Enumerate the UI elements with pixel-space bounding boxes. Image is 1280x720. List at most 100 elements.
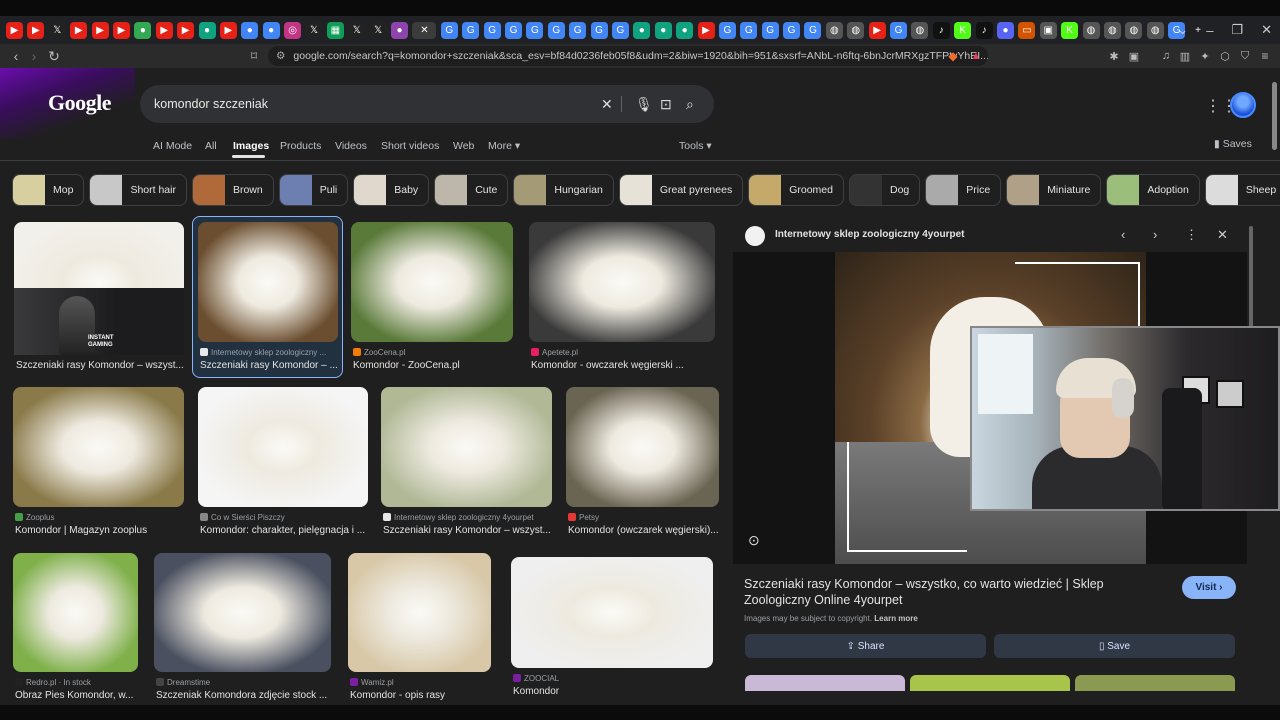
google-icon[interactable]: G bbox=[462, 21, 480, 39]
google-icon[interactable]: G bbox=[483, 21, 501, 39]
result-title[interactable]: Szczeniak Komondora zdjęcie stock ... bbox=[156, 690, 331, 701]
chat-icon[interactable]: ● bbox=[654, 21, 672, 39]
clear-search-icon[interactable]: ✕ bbox=[601, 96, 613, 113]
result-title[interactable]: Szczeniaki rasy Komondor – ... bbox=[200, 360, 338, 371]
chip-groomed[interactable]: Groomed bbox=[748, 174, 844, 206]
chip-short-hair[interactable]: Short hair bbox=[89, 174, 187, 206]
globe-icon[interactable]: ◍ bbox=[911, 21, 929, 39]
lens-search-icon[interactable]: ⊡ bbox=[660, 96, 672, 113]
tiktok-icon[interactable]: ♪ bbox=[932, 21, 950, 39]
chip-adoption[interactable]: Adoption bbox=[1106, 174, 1200, 206]
youtube-icon[interactable]: ▶ bbox=[177, 21, 195, 39]
youtube-icon[interactable]: ▶ bbox=[6, 21, 23, 39]
tab-images[interactable]: Images bbox=[233, 140, 269, 152]
site-settings-icon[interactable]: ⚙ bbox=[276, 50, 285, 62]
result-source[interactable]: ZOOCIAL bbox=[513, 674, 713, 683]
menu-icon[interactable]: ≡ bbox=[1257, 48, 1273, 64]
minimize-icon[interactable]: – bbox=[1206, 23, 1213, 38]
close-panel-icon[interactable]: ✕ bbox=[1217, 227, 1228, 243]
globe-icon[interactable]: ◍ bbox=[1125, 21, 1143, 39]
result-source[interactable]: ZooCena.pl bbox=[353, 348, 513, 357]
result-image[interactable] bbox=[198, 387, 368, 507]
tab-products[interactable]: Products bbox=[280, 140, 321, 152]
result-source[interactable]: Wamiz.pl bbox=[350, 678, 491, 687]
youtube-icon[interactable]: ▶ bbox=[70, 21, 88, 39]
globe-icon[interactable]: ◍ bbox=[1146, 21, 1164, 39]
brave-rewards-icon[interactable]: ▲ bbox=[968, 48, 984, 64]
tab-web[interactable]: Web bbox=[453, 140, 474, 152]
google-icon[interactable]: G bbox=[783, 21, 801, 39]
globe-icon[interactable]: ◍ bbox=[1103, 21, 1121, 39]
x-icon[interactable]: 𝕏 bbox=[48, 21, 66, 39]
sidebar-icon[interactable]: ▥ bbox=[1177, 48, 1193, 64]
result-title[interactable]: Komondor - ZooCena.pl bbox=[353, 360, 513, 371]
result-image[interactable] bbox=[381, 387, 552, 507]
result-source[interactable]: Internetowy sklep zoologiczny ... bbox=[200, 348, 338, 357]
youtube-icon[interactable]: ▶ bbox=[697, 21, 715, 39]
result-title[interactable]: Obraz Pies Komondor, w... bbox=[15, 690, 138, 701]
maps-icon[interactable]: ● bbox=[134, 21, 152, 39]
extensions-icon[interactable]: ✱ bbox=[1106, 48, 1122, 64]
chat-icon[interactable]: ● bbox=[198, 21, 216, 39]
next-result-icon[interactable]: › bbox=[1153, 227, 1157, 242]
chip-miniature[interactable]: Miniature bbox=[1006, 174, 1102, 206]
chip-cute[interactable]: Cute bbox=[434, 174, 509, 206]
chrome-icon[interactable]: ● bbox=[262, 21, 280, 39]
bookmark-icon[interactable]: ⌑ bbox=[246, 48, 262, 64]
share-button[interactable]: ⇪ Share bbox=[745, 634, 986, 658]
reload-icon[interactable]: ↻ bbox=[46, 48, 62, 64]
result-title[interactable]: Komondor bbox=[513, 686, 713, 697]
result-title[interactable]: Komondor (owczarek węgierski)... bbox=[568, 525, 719, 536]
google-icon[interactable]: G bbox=[804, 21, 822, 39]
forward-arrow-icon[interactable]: › bbox=[26, 48, 42, 64]
youtube-icon[interactable]: ▶ bbox=[155, 21, 173, 39]
tab-search-icon[interactable]: ⌄ bbox=[1177, 22, 1188, 38]
tab-short-videos[interactable]: Short videos bbox=[381, 140, 439, 152]
result-image[interactable] bbox=[13, 387, 184, 507]
chip-price[interactable]: Price bbox=[925, 174, 1002, 206]
sheets-icon[interactable]: ▦ bbox=[326, 21, 344, 39]
related-thumb[interactable] bbox=[745, 675, 905, 691]
related-thumb[interactable] bbox=[910, 675, 1070, 691]
result-image[interactable] bbox=[154, 553, 331, 672]
app-icon[interactable]: ▭ bbox=[1018, 21, 1036, 39]
x-icon[interactable]: 𝕏 bbox=[369, 21, 387, 39]
page-scrollbar-thumb[interactable] bbox=[1272, 82, 1277, 150]
result-image[interactable] bbox=[348, 553, 491, 672]
url-field[interactable]: ⚙ google.com/search?q=komondor+szczeniak… bbox=[268, 46, 988, 66]
app-icon[interactable]: ● bbox=[391, 21, 409, 39]
previous-result-icon[interactable]: ‹ bbox=[1121, 227, 1125, 242]
google-icon[interactable]: G bbox=[504, 21, 522, 39]
saves-button[interactable]: ▮ Saves bbox=[1214, 138, 1252, 150]
learn-more-link[interactable]: Learn more bbox=[874, 614, 918, 623]
youtube-icon[interactable]: ▶ bbox=[91, 21, 109, 39]
result-title[interactable]: Komondor - owczarek węgierski ... bbox=[531, 360, 715, 371]
globe-icon[interactable]: ◍ bbox=[1082, 21, 1100, 39]
chip-brown[interactable]: Brown bbox=[191, 174, 274, 206]
x-icon[interactable]: 𝕏 bbox=[348, 21, 366, 39]
google-doodle-logo[interactable]: Google bbox=[0, 68, 135, 138]
result-source[interactable]: Dreamstime bbox=[156, 678, 331, 687]
wallet-icon[interactable]: ▣ bbox=[1126, 48, 1142, 64]
chrome-icon[interactable]: ● bbox=[241, 21, 259, 39]
search-icon[interactable]: ⌕ bbox=[686, 96, 694, 113]
close-window-icon[interactable]: ✕ bbox=[1261, 22, 1272, 38]
vpn-icon[interactable]: ⬡ bbox=[1217, 48, 1233, 64]
globe-icon[interactable]: ◍ bbox=[825, 21, 843, 39]
chip-hungarian[interactable]: Hungarian bbox=[513, 174, 614, 206]
music-icon[interactable]: ♫ bbox=[1158, 48, 1174, 64]
result-source[interactable]: Redro.pl · In stock bbox=[15, 678, 138, 687]
instagram-icon[interactable]: ◎ bbox=[284, 21, 302, 39]
chat-icon[interactable]: ● bbox=[676, 21, 694, 39]
result-title[interactable]: Komondor: charakter, pielęgnacja i ... bbox=[200, 525, 368, 536]
tab-more[interactable]: More ▾ bbox=[488, 140, 520, 152]
panel-result-title[interactable]: Szczeniaki rasy Komondor – wszystko, co … bbox=[744, 576, 1164, 608]
tab-videos[interactable]: Videos bbox=[335, 140, 367, 152]
chip-sheep[interactable]: Sheep bbox=[1204, 174, 1280, 206]
chip-great-pyrenees[interactable]: Great pyrenees bbox=[618, 174, 744, 206]
maximize-icon[interactable]: ❐ bbox=[1231, 22, 1243, 38]
leo-icon[interactable]: ✦ bbox=[1197, 48, 1213, 64]
voice-search-icon[interactable]: 🎙 bbox=[635, 96, 653, 113]
visit-button[interactable]: Visit › bbox=[1182, 576, 1236, 599]
kick-icon[interactable]: K bbox=[954, 21, 972, 39]
